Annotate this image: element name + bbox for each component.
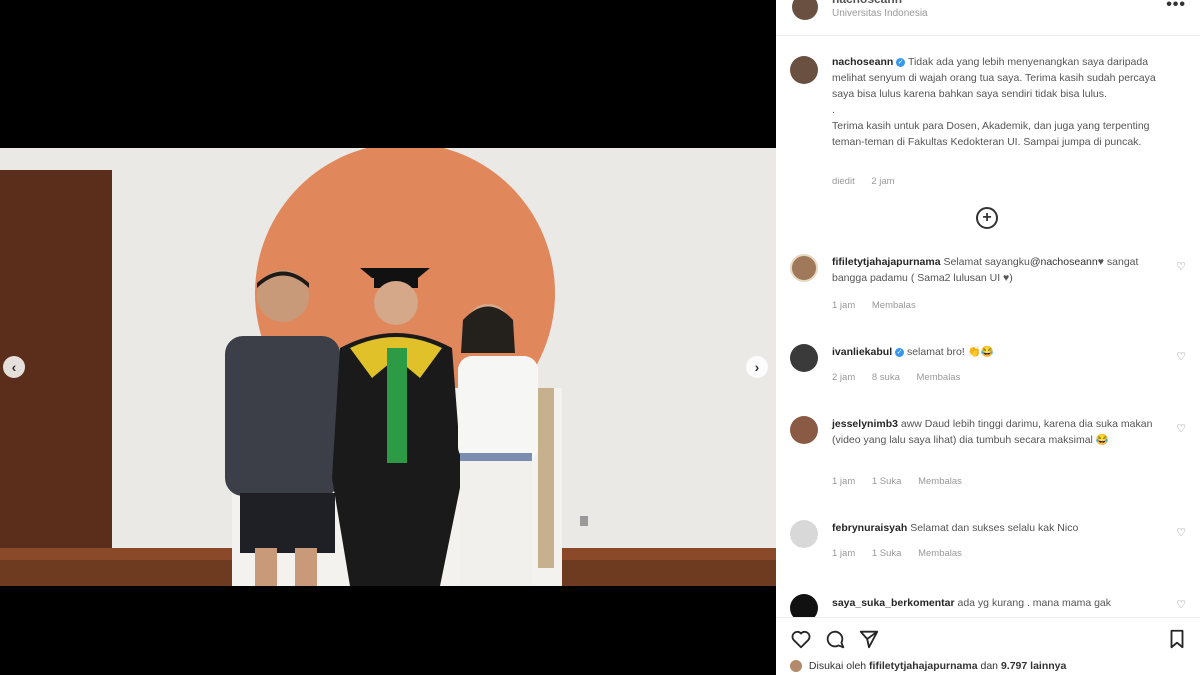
comment-avatar[interactable]	[790, 254, 818, 282]
post-location[interactable]: Universitas Indonesia	[832, 8, 928, 19]
comment-reply-button[interactable]: Membalas	[918, 548, 962, 559]
comment-username[interactable]: febrynuraisyah	[832, 522, 907, 534]
comment-meta: 2 jam 8 suka Membalas	[832, 372, 974, 383]
post-media: ‹ ›	[0, 0, 776, 675]
comment-body: Selamat sayangku	[943, 256, 1030, 268]
likes-suffix[interactable]: lainnya	[1030, 660, 1066, 672]
verified-badge-icon: ✓	[896, 57, 906, 67]
comment-avatar[interactable]	[790, 520, 818, 548]
comment-like-heart-icon[interactable]: ♡	[1176, 422, 1186, 435]
post-caption: nachoseann ✓ Tidak ada yang lebih menyen…	[776, 52, 1200, 197]
bookmark-icon[interactable]	[1166, 628, 1188, 650]
comment-item: fifiletytjahajapurnama Selamat sayangku@…	[776, 252, 1200, 322]
carousel-prev-button[interactable]: ‹	[3, 356, 25, 378]
comment-like-heart-icon[interactable]: ♡	[1176, 526, 1186, 539]
comment-time[interactable]: 1 jam	[832, 476, 855, 487]
comment-username[interactable]: jesselynimb3	[832, 418, 898, 430]
comment-like-heart-icon[interactable]: ♡	[1176, 350, 1186, 363]
comment-like-heart-icon[interactable]: ♡	[1176, 598, 1186, 611]
caption-time[interactable]: 2 jam	[871, 176, 894, 187]
post-details-panel: nachoseann Universitas Indonesia ••• nac…	[776, 0, 1200, 675]
author-username[interactable]: nachoseann	[832, 0, 902, 6]
author-avatar[interactable]	[792, 0, 818, 20]
comment-likes[interactable]: 8 suka	[872, 372, 900, 383]
caption-username[interactable]: nachoseann	[832, 56, 893, 68]
comment-avatar[interactable]	[790, 344, 818, 372]
caption-dot: .	[832, 104, 835, 116]
comment-text: febrynuraisyah Selamat dan sukses selalu…	[832, 520, 1172, 536]
comment-text: jesselynimb3 aww Daud lebih tinggi darim…	[832, 416, 1172, 448]
comment-body: ada yg kurang . mana mama gak	[957, 597, 1112, 609]
comment-meta: 1 jam 1 Suka Membalas	[832, 476, 976, 487]
comment-item: saya_suka_berkomentar ada yg kurang . ma…	[776, 592, 1200, 622]
comment-reply-button[interactable]: Membalas	[917, 372, 961, 383]
comment-text: saya_suka_berkomentar ada yg kurang . ma…	[832, 595, 1172, 611]
more-options-icon[interactable]: •••	[1166, 0, 1186, 14]
comment-username[interactable]: ivanliekabul	[832, 346, 892, 358]
comment-reply-button[interactable]: Membalas	[918, 476, 962, 487]
comment-text: ivanliekabul ✓ selamat bro! 👏😂	[832, 344, 1172, 360]
verified-badge-icon: ✓	[895, 347, 905, 357]
comment-like-heart-icon[interactable]: ♡	[1176, 260, 1186, 273]
comment-text: fifiletytjahajapurnama Selamat sayangku@…	[832, 254, 1172, 286]
post-photo[interactable]	[0, 148, 776, 586]
liker-username[interactable]: fifiletytjahajapurnama	[869, 660, 978, 672]
comment-reply-button[interactable]: Membalas	[872, 300, 916, 311]
comment-meta: 1 jam Membalas	[832, 300, 930, 311]
comment-time[interactable]: 1 jam	[832, 300, 855, 311]
carousel-next-button[interactable]: ›	[746, 356, 768, 378]
comment-username[interactable]: saya_suka_berkomentar	[832, 597, 955, 609]
comment-meta: 1 jam 1 Suka Membalas	[832, 548, 976, 559]
send-icon[interactable]	[858, 628, 880, 650]
load-more-comments-button[interactable]: +	[976, 207, 998, 229]
comment-item: febrynuraisyah Selamat dan sukses selalu…	[776, 518, 1200, 568]
heart-icon[interactable]	[790, 628, 812, 650]
caption-meta: diedit 2 jam	[832, 176, 909, 187]
comment-mention[interactable]: @nachoseann	[1030, 256, 1098, 268]
comment-body: Selamat dan sukses selalu kak Nico	[910, 522, 1079, 534]
caption-avatar[interactable]	[790, 56, 818, 84]
likes-count[interactable]: 9.797	[1001, 660, 1027, 672]
comment-time[interactable]: 2 jam	[832, 372, 855, 383]
caption-text: nachoseann ✓ Tidak ada yang lebih menyen…	[832, 54, 1172, 150]
comment-item: jesselynimb3 aww Daud lebih tinggi darim…	[776, 414, 1200, 494]
likes-summary: Disukai oleh fifiletytjahajapurnama dan …	[790, 660, 1066, 673]
comment-likes[interactable]: 1 Suka	[872, 476, 902, 487]
comment-icon[interactable]	[824, 628, 846, 650]
comment-time[interactable]: 1 jam	[832, 548, 855, 559]
comment-body: selamat bro! 👏😂	[906, 346, 994, 358]
comment-item: ivanliekabul ✓ selamat bro! 👏😂 2 jam 8 s…	[776, 342, 1200, 392]
post-header: nachoseann Universitas Indonesia •••	[776, 0, 1200, 36]
liker-avatar	[790, 660, 802, 673]
edited-label: diedit	[832, 176, 855, 187]
comment-likes[interactable]: 1 Suka	[872, 548, 902, 559]
action-bar	[776, 617, 1200, 661]
caption-line2: Terima kasih untuk para Dosen, Akademik,…	[832, 120, 1150, 148]
comment-avatar[interactable]	[790, 416, 818, 444]
likes-prefix: Disukai oleh	[808, 660, 867, 672]
comment-username[interactable]: fifiletytjahajapurnama	[832, 256, 941, 268]
likes-middle: dan	[980, 660, 999, 672]
graduation-photo	[0, 148, 776, 586]
